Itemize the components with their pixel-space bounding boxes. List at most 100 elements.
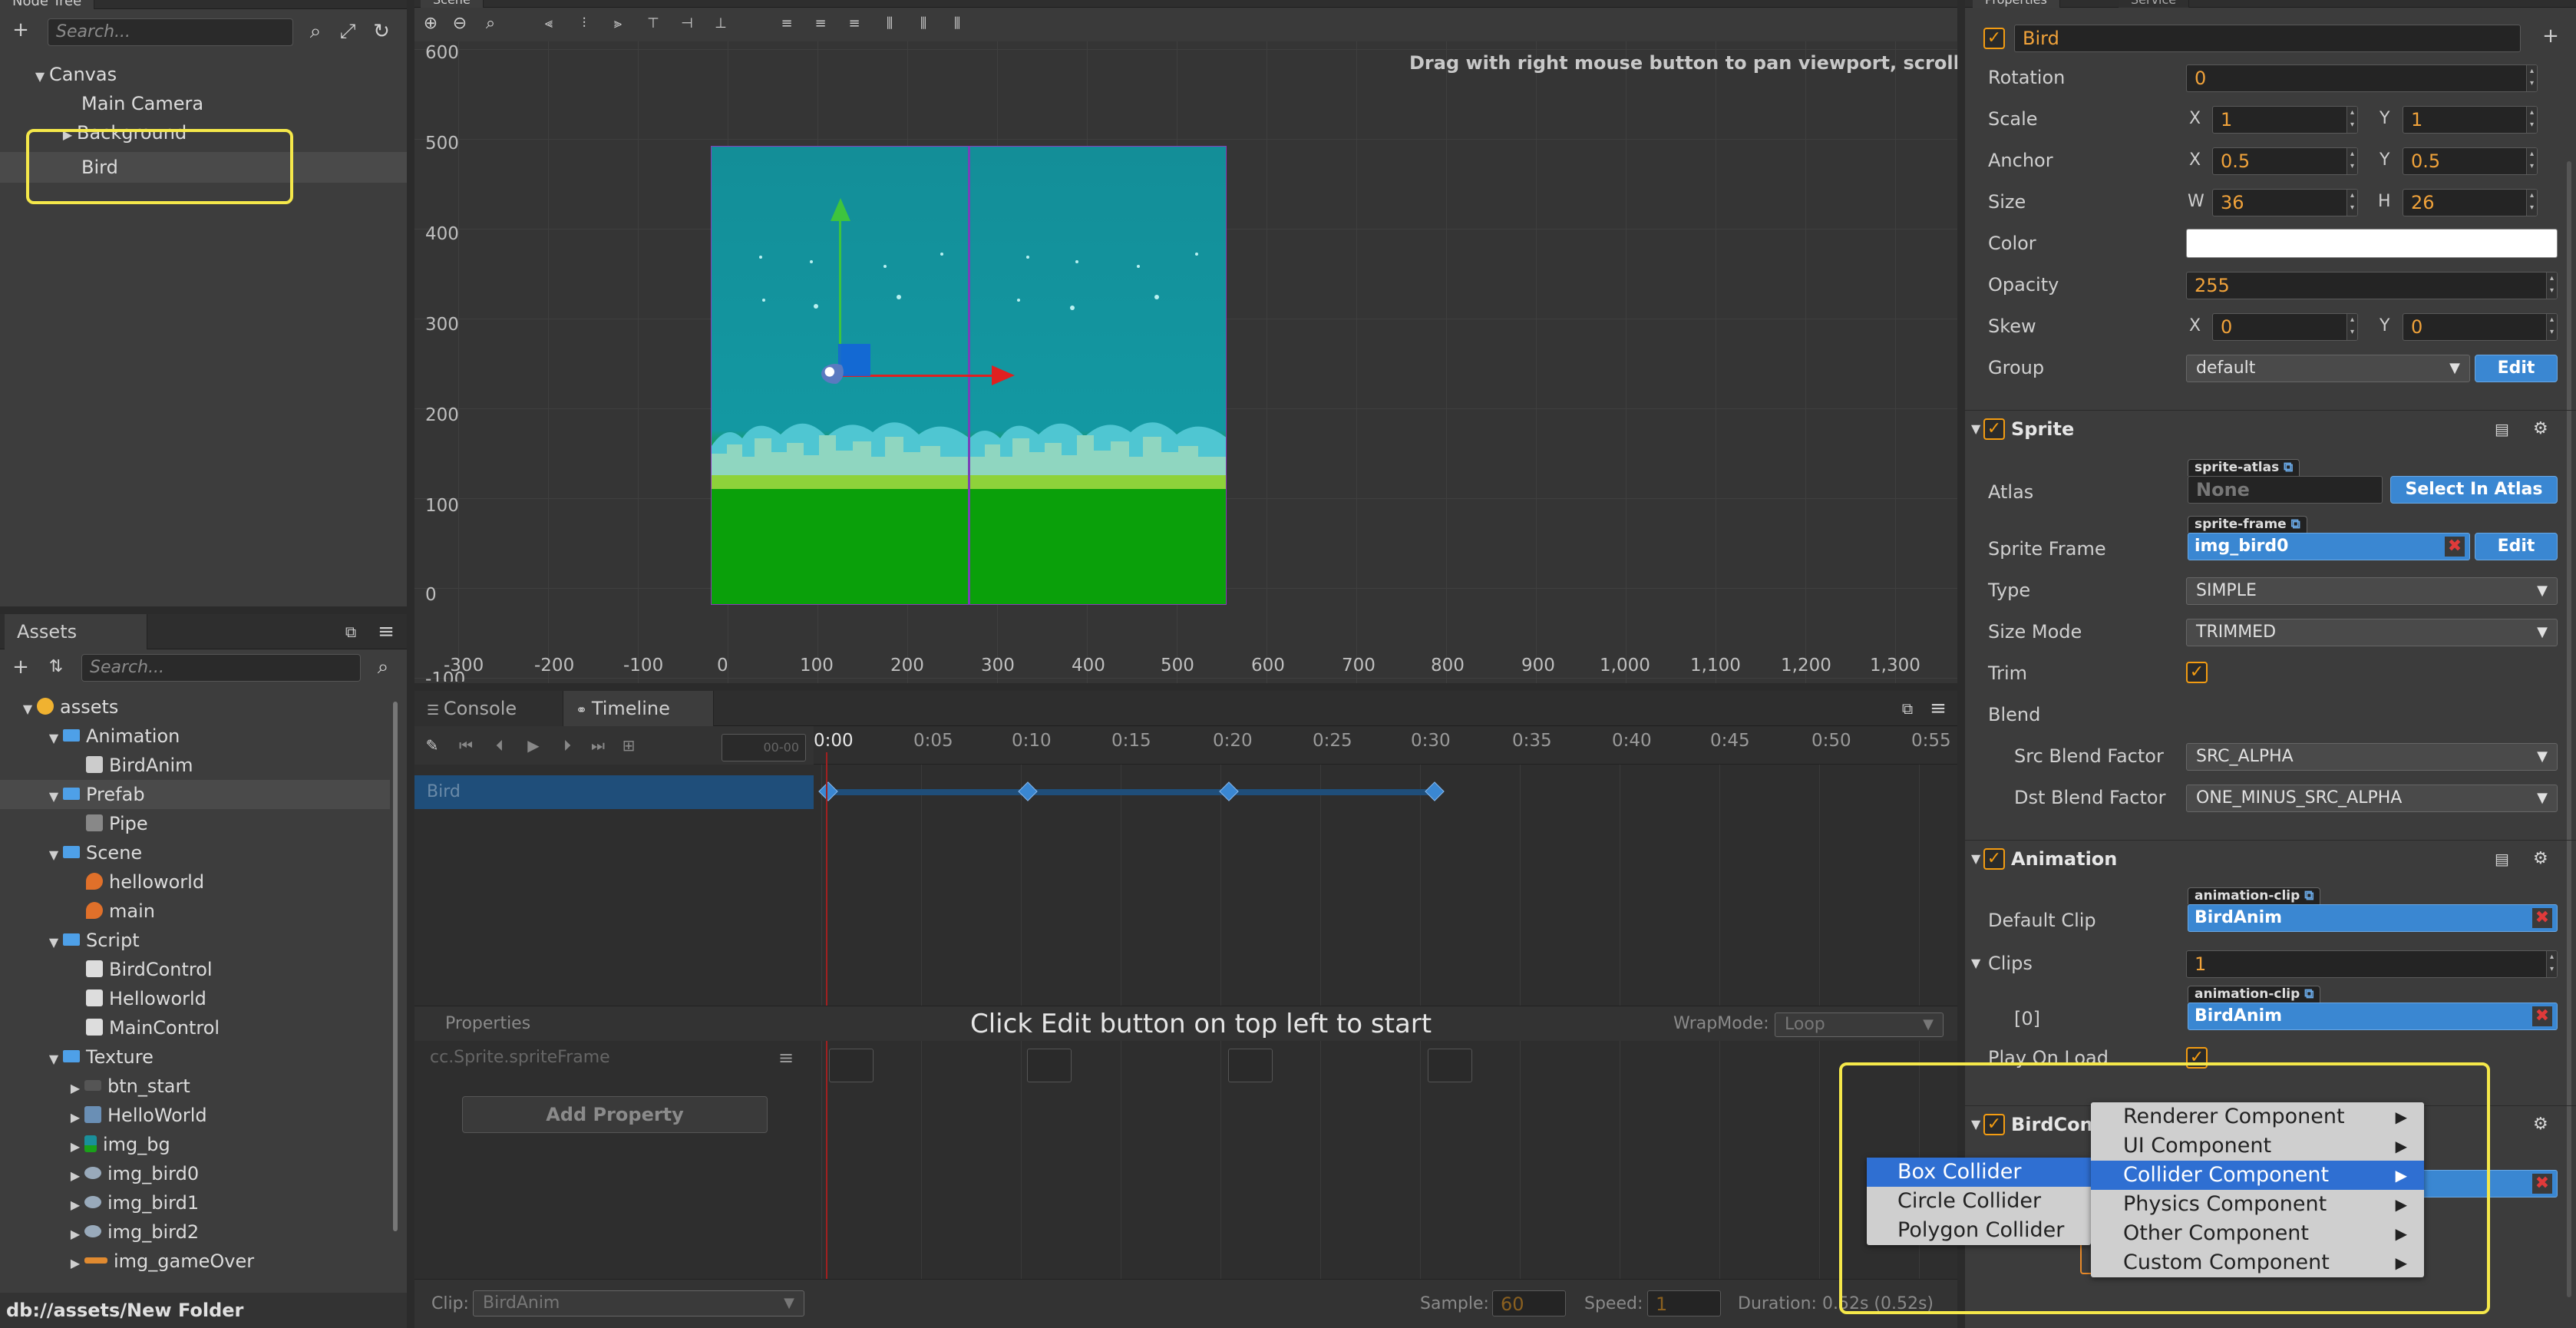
size-w-input[interactable]: 36 ▴ ▾ [2212,189,2358,216]
search-icon[interactable]: ⌕ [304,20,327,43]
rotation-input[interactable]: 0 ▴ ▾ [2186,64,2538,92]
popout-icon[interactable]: ⧉ [339,620,362,643]
align-middle-icon[interactable]: ⊣ [675,12,698,35]
tab-assets[interactable]: Assets [5,614,147,649]
asset-img-bird1[interactable]: ▶ img_bird1 [66,1188,199,1217]
play-icon[interactable]: ▶ [522,734,545,757]
time-input[interactable]: 00-00 [722,734,806,761]
asset-helloworld-texture[interactable]: ▶ HelloWorld [66,1101,207,1130]
link-icon[interactable]: ⧉ [2304,986,2313,1002]
group-select[interactable]: default ▼ [2186,355,2470,382]
asset-helloworld-script[interactable]: Helloworld [86,984,206,1013]
align-right-icon[interactable]: ⫸ [606,12,629,35]
scale-y-input[interactable]: 1 ▴ ▾ [2403,106,2538,134]
asset-folder-prefab[interactable]: ▼ Prefab [45,780,145,809]
collapse-icon[interactable]: ▼ [18,695,37,724]
expand-arrow-icon[interactable]: ▶ [66,1103,84,1132]
doc-icon[interactable]: ▤ [2495,411,2509,448]
distribute-top-icon[interactable]: ≡ [775,12,798,35]
opacity-input[interactable]: 255 ▴ ▾ [2186,272,2558,299]
src-blend-select[interactable]: SRC_ALPHA ▼ [2186,743,2558,771]
collapse-icon[interactable]: ▼ [1971,411,1980,448]
tab-node-tree[interactable]: Node Tree [0,0,95,9]
spinner[interactable]: ▴ ▾ [2346,148,2357,174]
clip-select[interactable]: BirdAnim ▼ [473,1290,804,1316]
property-row[interactable]: cc.Sprite.spriteFrame ≡ [414,1041,814,1075]
jump-first-icon[interactable]: ⏮ [454,734,477,757]
frame-thumbnail[interactable] [829,1049,874,1082]
asset-img-gameover[interactable]: ▶ img_gameOver [66,1247,254,1276]
link-icon[interactable]: ⧉ [2304,888,2313,904]
tab-service[interactable]: Service [2119,0,2190,8]
gear-icon[interactable]: ⚙ [2533,1106,2548,1143]
clear-icon[interactable]: ✖ [2532,908,2552,928]
collapse-icon[interactable]: ▼ [45,841,63,870]
expand-arrow-icon[interactable]: ▶ [66,1074,84,1103]
add-property-button[interactable]: Add Property [462,1096,768,1133]
asset-folder-script[interactable]: ▼ Script [45,926,140,955]
collapse-icon[interactable]: ▼ [31,62,49,91]
add-asset-icon[interactable]: + [9,656,32,679]
expand-icon[interactable]: ⤢ [336,20,359,43]
spinner[interactable]: ▴ ▾ [2546,314,2557,340]
link-icon[interactable]: ⧉ [2284,460,2293,475]
wrapmode-select[interactable]: Loop ▼ [1775,1013,1944,1037]
group-edit-button[interactable]: Edit [2475,355,2558,382]
asset-pipe[interactable]: Pipe [86,809,148,838]
bird-sprite[interactable] [821,364,849,384]
refresh-icon[interactable]: ↻ [370,20,393,43]
spinner[interactable]: ▴ ▾ [2526,148,2537,174]
distribute-left-icon[interactable]: ⫼ [878,12,901,35]
asset-folder-animation[interactable]: ▼ Animation [45,722,180,751]
gizmo-x-arrow[interactable] [992,365,1015,385]
asset-root[interactable]: ▼ assets [18,692,119,724]
doc-icon[interactable]: ▤ [2495,841,2509,877]
popout-icon[interactable]: ⧉ [1896,697,1919,720]
frame-thumbnail[interactable] [1428,1049,1472,1082]
expand-arrow-icon[interactable]: ▶ [66,1249,84,1278]
spinner[interactable]: ▴ ▾ [2526,107,2537,133]
collapse-icon[interactable]: ▼ [1971,841,1980,877]
trim-checkbox[interactable]: ✓ [2186,662,2208,683]
expand-arrow-icon[interactable]: ▶ [66,1220,84,1249]
tab-scene[interactable]: Scene [421,0,484,8]
distribute-middle-icon[interactable]: ≡ [809,12,832,35]
frame-thumbnail[interactable] [1228,1049,1273,1082]
assets-scrollbar[interactable] [393,702,398,1231]
scale-x-input[interactable]: 1 ▴ ▾ [2212,106,2358,134]
clip0-field[interactable]: BirdAnim ✖ [2188,1003,2558,1030]
align-top-icon[interactable]: ⊤ [642,12,665,35]
add-node-icon[interactable]: + [9,18,32,41]
spinner[interactable]: ▴ ▾ [2346,107,2357,133]
sample-input[interactable]: 60 [1492,1290,1566,1316]
tree-item-canvas[interactable]: ▼ Canvas [31,60,117,89]
animation-enabled-checkbox[interactable]: ✓ [1983,848,2005,870]
asset-birdcontrol[interactable]: BirdControl [86,955,213,984]
asset-folder-texture[interactable]: ▼ Texture [45,1042,154,1072]
skew-x-input[interactable]: 0 ▴ ▾ [2212,313,2358,341]
tab-console[interactable]: ☰ Console [414,691,563,726]
sprite-section-header[interactable]: ▼ ✓ Sprite ▤ ⚙ [1965,410,2576,447]
asset-helloworld-scene[interactable]: helloworld [86,867,204,897]
spinner[interactable]: ▴ ▾ [2546,951,2557,977]
distribute-bottom-icon[interactable]: ≡ [843,12,866,35]
add-event-icon[interactable]: ⊞ [617,734,640,757]
zoom-out-icon[interactable]: ⊖ [448,12,471,35]
add-component-icon[interactable]: + [2539,25,2562,48]
anchor-y-input[interactable]: 0.5 ▴ ▾ [2403,147,2538,175]
search-icon[interactable]: ⌕ [372,656,395,679]
tree-item-main-camera[interactable]: Main Camera [81,89,203,118]
tab-timeline[interactable]: ⚭ Timeline [563,691,714,726]
asset-img-bird0[interactable]: ▶ img_bird0 [66,1159,199,1188]
spinner[interactable]: ▴ ▾ [2346,190,2357,216]
asset-btn-start[interactable]: ▶ btn_start [66,1072,190,1101]
default-clip-field[interactable]: BirdAnim ✖ [2188,904,2558,932]
prev-frame-icon[interactable]: ⏴ [488,734,511,757]
gizmo-y-arrow[interactable] [831,198,850,221]
gear-icon[interactable]: ⚙ [2533,411,2548,448]
select-in-atlas-button[interactable]: Select In Atlas [2390,476,2558,504]
animation-section-header[interactable]: ▼ ✓ Animation ▤ ⚙ [1965,840,2576,877]
spinner[interactable]: ▴ ▾ [2346,314,2357,340]
menu-icon[interactable]: ≡ [1927,697,1950,720]
collapse-icon[interactable]: ▼ [45,1045,63,1074]
